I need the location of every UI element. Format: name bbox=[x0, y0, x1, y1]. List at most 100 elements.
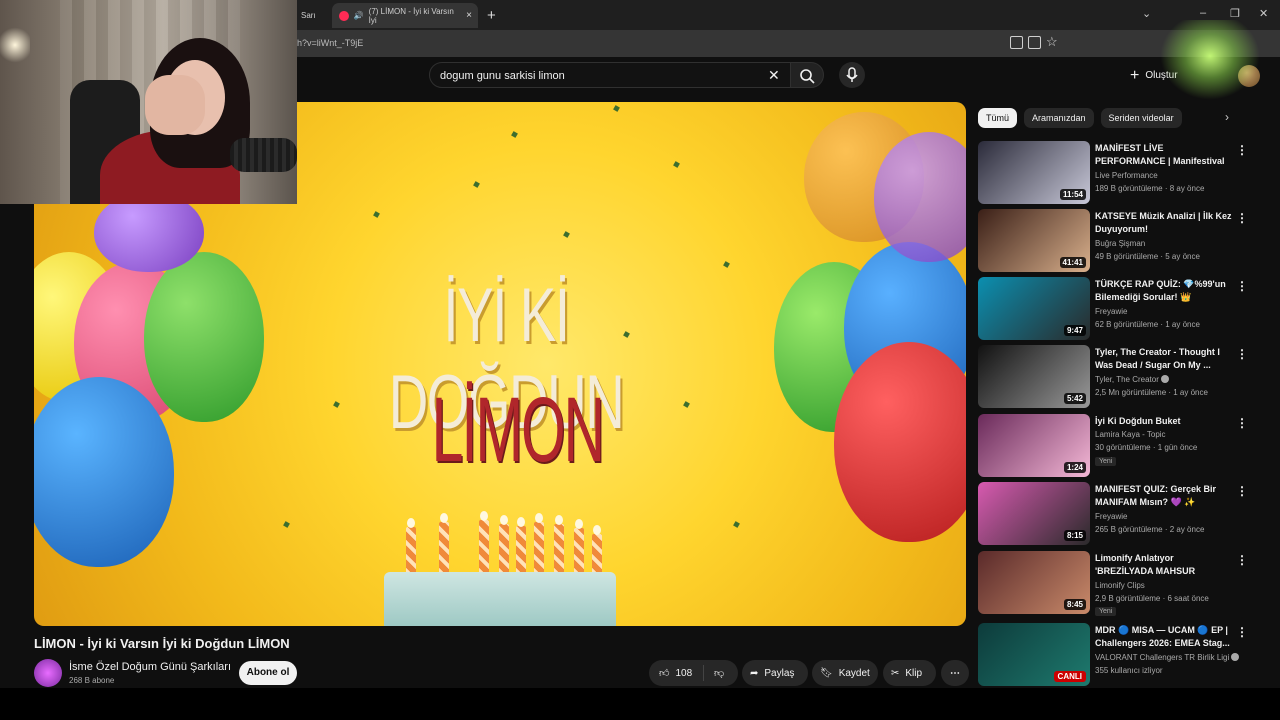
chip-all[interactable]: Tümü bbox=[978, 108, 1018, 128]
recommendation-title[interactable]: Limonify Anlatıyor 'BREZİLYADA MAHSUR KA… bbox=[1095, 552, 1233, 578]
recommendation-channel[interactable]: Limonify Clips bbox=[1095, 581, 1145, 590]
recommendation-channel[interactable]: Freyawie bbox=[1095, 307, 1127, 316]
verified-icon bbox=[1160, 375, 1169, 383]
video-thumbnail[interactable]: 11:54 bbox=[978, 141, 1090, 204]
tab-search-icon[interactable]: ⌄ bbox=[1142, 7, 1151, 20]
recommendation-item[interactable]: 1:24 İyi Ki Doğdun Buket Lamira Kaya - T… bbox=[978, 414, 1268, 478]
balloon-red-right bbox=[834, 342, 966, 542]
share-label: Paylaş bbox=[764, 667, 795, 679]
video-thumbnail[interactable]: 8:45 bbox=[978, 551, 1090, 614]
screenshot-icon[interactable] bbox=[1028, 36, 1041, 49]
recommendation-channel[interactable]: Live Performance bbox=[1095, 171, 1158, 180]
recommendation-item[interactable]: CANLI MDR 🔵 MISA — UCAM 🔵 EP | Challenge… bbox=[978, 623, 1268, 687]
recommendation-title[interactable]: MDR 🔵 MISA — UCAM 🔵 EP | Challengers 202… bbox=[1095, 624, 1233, 650]
share-icon: ➦ bbox=[750, 667, 759, 679]
url-field[interactable]: h?v=liWnt_-T9jE bbox=[297, 38, 363, 48]
birthday-cake bbox=[384, 572, 616, 626]
video-thumbnail[interactable]: 5:42 bbox=[978, 345, 1090, 408]
channel-avatar[interactable] bbox=[34, 659, 62, 687]
recommendation-meta: 189 B görüntüleme · 8 ay önce bbox=[1095, 184, 1205, 193]
bottom-bar bbox=[0, 688, 1280, 720]
recommendation-channel[interactable]: Buğra Şişman bbox=[1095, 239, 1145, 248]
balloon-blue bbox=[34, 377, 174, 567]
recommendation-title[interactable]: KATSEYE Müzik Analizi | İlk Kez Duyuyoru… bbox=[1095, 210, 1233, 236]
share-button[interactable]: ➦ Paylaş bbox=[742, 660, 808, 686]
recommendation-title[interactable]: TÜRKÇE RAP QUİZ: 💎%99'un Bilemediği Soru… bbox=[1095, 278, 1233, 304]
recommendation-item[interactable]: 9:47 TÜRKÇE RAP QUİZ: 💎%99'un Bilemediği… bbox=[978, 277, 1268, 341]
save-button[interactable]: 🔖︎ Kaydet bbox=[812, 660, 878, 686]
new-tab-button[interactable]: + bbox=[487, 7, 496, 24]
like-button[interactable]: 👍︎ 108 bbox=[649, 665, 704, 681]
recommendation-meta: 2,5 Mn görüntüleme · 1 ay önce bbox=[1095, 388, 1208, 397]
recommendation-channel[interactable]: Freyawie bbox=[1095, 512, 1127, 521]
studio-microphone bbox=[230, 138, 297, 172]
channel-name: VALORANT Challengers TR Birlik Ligi bbox=[1095, 653, 1230, 662]
recommendation-item[interactable]: 11:54 MANİFEST LİVE PERFORMANCE | Manife… bbox=[978, 141, 1268, 205]
subscribe-button[interactable]: Abone ol bbox=[239, 661, 297, 685]
recommendation-item[interactable]: 5:42 Tyler, The Creator - Thought I Was … bbox=[978, 345, 1268, 409]
recommendation-meta: 355 kullanıcı izliyor bbox=[1095, 666, 1163, 675]
recommendation-title[interactable]: MANIFEST QUIZ: Gerçek Bir MANIFAM Mısın?… bbox=[1095, 483, 1233, 509]
more-options-icon[interactable]: ⋮ bbox=[1236, 625, 1248, 639]
video-thumbnail[interactable]: 41:41 bbox=[978, 209, 1090, 272]
video-thumbnail[interactable]: 1:24 bbox=[978, 414, 1090, 477]
voice-search-button[interactable] bbox=[839, 62, 865, 88]
more-options-icon[interactable]: ⋮ bbox=[1236, 553, 1248, 567]
picture-in-picture-icon[interactable] bbox=[1010, 36, 1023, 49]
thumbs-down-icon: 👎︎ bbox=[714, 668, 725, 679]
recommendation-meta: 49 B görüntüleme · 5 ay önce bbox=[1095, 252, 1200, 261]
channel-name[interactable]: İsme Özel Doğum Günü Şarkıları bbox=[69, 661, 231, 673]
recommendation-channel[interactable]: Lamira Kaya - Topic bbox=[1095, 430, 1166, 439]
youtube-favicon-icon bbox=[339, 10, 349, 21]
live-badge: CANLI bbox=[1053, 671, 1086, 682]
recommendation-title[interactable]: MANİFEST LİVE PERFORMANCE | Manifestival… bbox=[1095, 142, 1233, 168]
duration-badge: 8:15 bbox=[1063, 530, 1086, 541]
duration-badge: 41:41 bbox=[1059, 257, 1086, 268]
recommendation-item[interactable]: 8:45 Limonify Anlatıyor 'BREZİLYADA MAHS… bbox=[978, 551, 1268, 616]
recommendation-channel[interactable]: Tyler, The Creator bbox=[1095, 375, 1169, 384]
more-options-icon[interactable]: ⋮ bbox=[1236, 143, 1248, 157]
microphone-icon bbox=[846, 67, 858, 82]
browser-tab-active[interactable]: 🔊 (7) LİMON - İyi ki Varsın İyi × bbox=[332, 3, 478, 28]
more-options-icon[interactable]: ⋮ bbox=[1236, 347, 1248, 361]
more-options-icon[interactable]: ⋮ bbox=[1236, 416, 1248, 430]
recommendation-title[interactable]: Tyler, The Creator - Thought I Was Dead … bbox=[1095, 346, 1233, 372]
close-window-button[interactable]: ✕ bbox=[1259, 7, 1268, 20]
clear-search-icon[interactable]: ✕ bbox=[768, 67, 780, 84]
more-options-icon[interactable]: ⋮ bbox=[1236, 211, 1248, 225]
search-input[interactable]: dogum gunu sarkisi limon bbox=[440, 70, 565, 82]
minimize-button[interactable]: – bbox=[1200, 7, 1206, 19]
restore-button[interactable]: ❐ bbox=[1230, 7, 1240, 20]
video-title: LİMON - İyi ki Varsın İyi ki Doğdun LİMO… bbox=[34, 636, 290, 651]
fairy-glow-overlay bbox=[1160, 20, 1260, 100]
bookmark-star-icon[interactable]: ☆ bbox=[1046, 34, 1058, 50]
chip-from-series[interactable]: Seriden videolar bbox=[1100, 108, 1182, 128]
recommendation-item[interactable]: 8:15 MANIFEST QUIZ: Gerçek Bir MANIFAM M… bbox=[978, 482, 1268, 546]
video-thumbnail[interactable]: CANLI bbox=[978, 623, 1090, 686]
like-dislike-group: 👍︎ 108 👎︎ bbox=[649, 660, 738, 686]
more-options-icon[interactable]: ⋮ bbox=[1236, 484, 1248, 498]
balloon-purple bbox=[94, 192, 204, 272]
duration-badge: 8:45 bbox=[1063, 599, 1086, 610]
video-thumbnail[interactable]: 9:47 bbox=[978, 277, 1090, 340]
clip-label: Klip bbox=[905, 667, 923, 679]
recommendation-channel[interactable]: VALORANT Challengers TR Birlik Ligi bbox=[1095, 653, 1240, 662]
dislike-button[interactable]: 👎︎ bbox=[704, 667, 724, 679]
more-options-icon[interactable]: ⋮ bbox=[1236, 279, 1248, 293]
chip-from-search[interactable]: Aramanızdan bbox=[1024, 108, 1094, 128]
recommendation-meta: 2,9 B görüntüleme · 6 saat önce bbox=[1095, 594, 1209, 603]
search-button[interactable] bbox=[790, 62, 824, 88]
recommendation-item[interactable]: 41:41 KATSEYE Müzik Analizi | İlk Kez Du… bbox=[978, 209, 1268, 273]
like-count: 108 bbox=[675, 667, 693, 679]
close-tab-icon[interactable]: × bbox=[466, 10, 472, 21]
search-box[interactable]: dogum gunu sarkisi limon ✕ bbox=[429, 62, 791, 88]
cake-candles bbox=[404, 507, 604, 582]
clip-button[interactable]: ✂ Klip bbox=[883, 660, 936, 686]
browser-tab-1[interactable]: Sarı bbox=[297, 3, 333, 28]
scissors-icon: ✂ bbox=[891, 667, 900, 679]
recommendation-title[interactable]: İyi Ki Doğdun Buket bbox=[1095, 415, 1233, 428]
video-thumbnail[interactable]: 8:15 bbox=[978, 482, 1090, 545]
more-actions-button[interactable]: ⋯ bbox=[941, 660, 969, 686]
chevron-right-icon[interactable]: › bbox=[1225, 110, 1229, 124]
recommendation-meta: 30 görüntüleme · 1 gün önce bbox=[1095, 443, 1198, 452]
